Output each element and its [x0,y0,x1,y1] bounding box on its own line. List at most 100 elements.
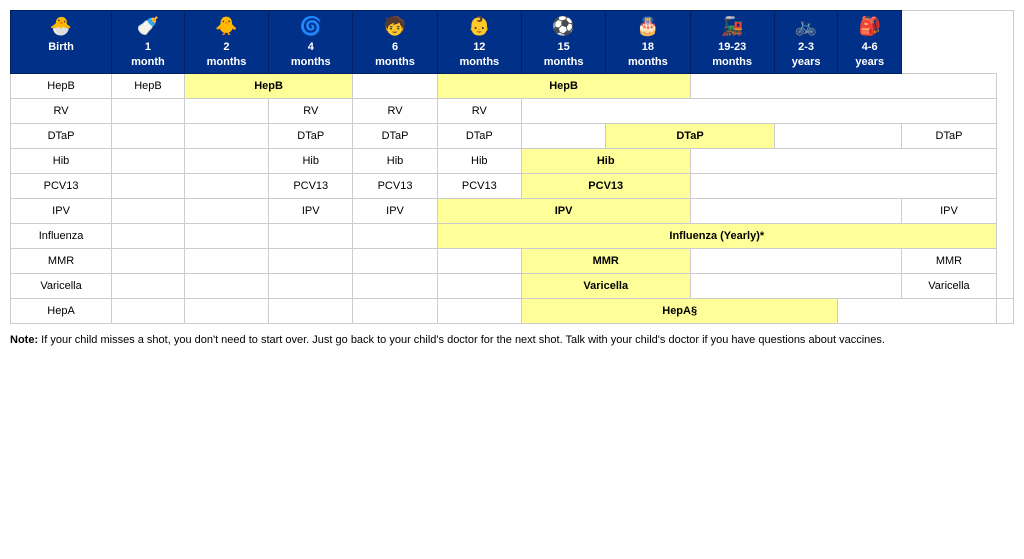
vaccine-cell: HepB [112,73,185,98]
vaccine-cell: DTaP [437,123,521,148]
vaccine-cell [112,248,185,273]
vaccine-cell: RV [437,98,521,123]
vaccine-cell: PCV13 [269,173,353,198]
header-6mo: 🧒6months [353,11,437,74]
vaccine-cell: IPV [902,198,997,223]
vaccine-cell: PCV13 [437,173,521,198]
header-icon-18mo: 🎂 [608,15,687,38]
vaccine-cell [521,123,605,148]
vaccine-cell [112,198,185,223]
vaccine-cell [269,273,353,298]
vaccine-cell [774,123,901,148]
vaccine-cell: IPV [353,198,437,223]
vaccine-cell [353,223,437,248]
header-icon-19-23mo: 🚂 [693,15,772,38]
header-icon-4mo: 🌀 [271,15,350,38]
vaccine-label-ipv: IPV [11,198,112,223]
vaccine-cell: IPV [437,198,690,223]
header-icon-6mo: 🧒 [355,15,434,38]
vaccine-label-influenza: Influenza [11,223,112,248]
vaccine-label-dtap: DTaP [11,123,112,148]
vaccine-cell [112,223,185,248]
vaccine-cell: RV [353,98,437,123]
vaccine-cell: Hib [353,148,437,173]
table-row: HepBHepBHepBHepB [11,73,1014,98]
vaccine-cell [353,73,437,98]
vaccine-cell [184,123,268,148]
vaccine-cell [690,173,996,198]
header-4mo: 🌀4months [269,11,353,74]
note-section: Note: If your child misses a shot, you d… [10,332,1014,349]
vaccine-cell: RV [269,98,353,123]
vaccine-cell [184,223,268,248]
vaccine-cell [112,148,185,173]
table-row: RVRVRVRV [11,98,1014,123]
header-15mo: ⚽15months [521,11,605,74]
vaccine-cell [437,273,521,298]
header-icon-birth: 🐣 [13,15,109,38]
vaccine-cell [112,98,185,123]
table-row: PCV13PCV13PCV13PCV13PCV13 [11,173,1014,198]
vaccine-cell [184,98,268,123]
note-text: Note: If your child misses a shot, you d… [10,334,885,346]
vaccine-cell: MMR [902,248,997,273]
vaccine-cell [353,298,437,323]
vaccine-cell: HepB [184,73,353,98]
vaccine-cell [690,273,902,298]
vaccine-cell: IPV [269,198,353,223]
vaccine-cell [184,173,268,198]
vaccine-cell [112,123,185,148]
vaccine-cell [184,148,268,173]
vaccine-cell [437,298,521,323]
table-row: Varicella Varicella Varicella [11,273,1014,298]
vaccine-cell [112,173,185,198]
vaccine-cell [112,298,185,323]
header-18mo: 🎂18months [606,11,690,74]
vaccine-cell [184,248,268,273]
vaccine-label-pcv13: PCV13 [11,173,112,198]
vaccine-label-rv: RV [11,98,112,123]
table-row: IPVIPVIPVIPVIPV [11,198,1014,223]
header-icon-12mo: 👶 [440,15,519,38]
vaccine-cell [269,298,353,323]
vaccine-cell: Hib [269,148,353,173]
vaccine-cell: DTaP [353,123,437,148]
vaccine-cell: Influenza (Yearly)* [437,223,996,248]
header-12mo: 👶12months [437,11,521,74]
vaccine-cell: DTaP [902,123,997,148]
vaccine-label-varicella: Varicella [11,273,112,298]
vaccine-cell [996,298,1013,323]
vaccine-cell [838,298,997,323]
vaccine-cell [184,298,268,323]
vaccine-cell [353,273,437,298]
header-19-23mo: 🚂19-23months [690,11,774,74]
header-icon-2mo: 🐥 [187,15,266,38]
vaccine-label-hepa: HepA [11,298,112,323]
vaccine-cell: Hib [521,148,690,173]
table-row: DTaPDTaPDTaPDTaPDTaPDTaP [11,123,1014,148]
vaccine-label-hepb: HepB [11,73,112,98]
vaccine-schedule-table: 🐣Birth🍼1month🐥2months🌀4months🧒6months👶12… [10,10,1014,324]
vaccine-cell: HepB [437,73,690,98]
header-2-3yr: 🚲2-3years [774,11,838,74]
header-icon-2-3yr: 🚲 [777,15,836,38]
header-icon-4-6yr: 🎒 [840,15,899,38]
vaccine-cell: Varicella [902,273,997,298]
table-row: Influenza Influenza (Yearly)* [11,223,1014,248]
vaccine-cell [353,248,437,273]
header-1mo: 🍼1month [112,11,185,74]
vaccine-cell: PCV13 [521,173,690,198]
header-icon-1mo: 🍼 [114,15,182,38]
header-icon-15mo: ⚽ [524,15,603,38]
vaccine-cell [690,248,902,273]
vaccine-cell: Varicella [521,273,690,298]
vaccine-cell [184,198,268,223]
table-row: HepA HepA§ [11,298,1014,323]
vaccine-cell [269,248,353,273]
vaccine-cell [690,73,996,98]
header-4-6yr: 🎒4-6years [838,11,902,74]
vaccine-cell [437,248,521,273]
vaccine-cell: HepA§ [521,298,837,323]
vaccine-cell [690,198,902,223]
vaccine-cell: PCV13 [353,173,437,198]
